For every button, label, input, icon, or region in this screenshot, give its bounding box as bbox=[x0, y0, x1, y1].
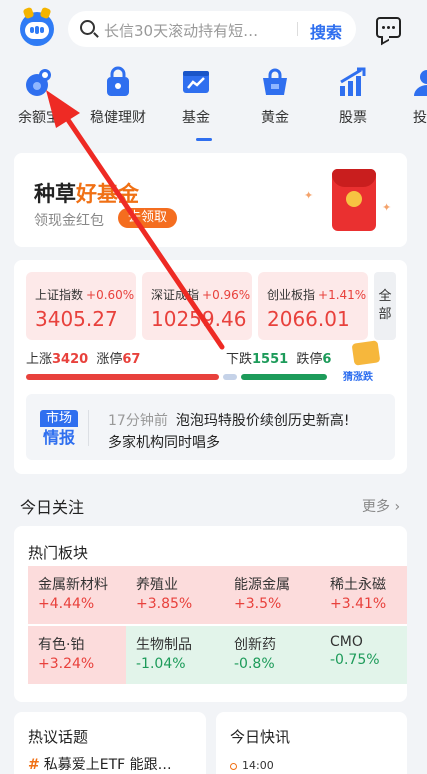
sector-cell[interactable]: 稀土永磁 +3.41% bbox=[320, 566, 407, 624]
nav-label: 黄金 bbox=[261, 110, 289, 126]
sector-cell[interactable]: 能源金属 +3.5% bbox=[224, 566, 320, 624]
sector-cell[interactable]: 生物制品 -1.04% bbox=[126, 626, 224, 684]
sparkle-icon: ✦ bbox=[382, 201, 392, 214]
sector-change: +3.41% bbox=[330, 596, 387, 612]
stock-arrow-icon bbox=[337, 66, 369, 98]
sector-name: 创新药 bbox=[234, 637, 276, 653]
lock-bag-icon bbox=[102, 66, 134, 98]
timeline-dot-icon bbox=[230, 763, 237, 770]
sector-change: +3.24% bbox=[38, 656, 95, 672]
search-icon bbox=[80, 20, 95, 35]
sector-name: CMO bbox=[330, 634, 363, 650]
nav-item-stock[interactable]: 股票 bbox=[318, 66, 388, 127]
promo-title: 种草好基金 bbox=[34, 182, 139, 206]
sector-name: 金属新材料 bbox=[38, 577, 108, 593]
news-line-2: 多家机构同时唱多 bbox=[108, 435, 220, 451]
app-logo-icon[interactable] bbox=[20, 6, 54, 46]
sector-change: -0.75% bbox=[330, 652, 380, 668]
sector-change: +3.5% bbox=[234, 596, 282, 612]
flash-time: 14:00 bbox=[242, 759, 274, 772]
yuebao-icon bbox=[23, 66, 55, 98]
sector-cell[interactable]: CMO -0.75% bbox=[320, 626, 407, 684]
hot-sectors-title: 热门板块 bbox=[28, 544, 89, 562]
fall-stat: 下跌1551 跌停6 bbox=[226, 352, 332, 367]
market-intel-logo: 市场 情报 bbox=[40, 410, 78, 448]
nav-item-wenjian[interactable]: 稳健理财 bbox=[83, 66, 153, 127]
market-card: 上证指数 +0.60% 3405.27 深证成指 +0.96% 10259.46 创… bbox=[14, 260, 407, 474]
nav-label: 股票 bbox=[339, 110, 367, 126]
gold-basket-icon bbox=[259, 66, 291, 98]
topic-item[interactable]: # 私募爱上ETF 能跟… bbox=[28, 754, 198, 774]
sector-name: 养殖业 bbox=[136, 577, 178, 593]
rise-stat: 上涨3420 涨停67 bbox=[26, 352, 141, 367]
sector-change: +3.85% bbox=[136, 596, 193, 612]
sector-change: +4.44% bbox=[38, 596, 95, 612]
search-divider bbox=[297, 22, 298, 36]
today-focus-title: 今日关注 bbox=[20, 498, 85, 517]
hot-sectors-card: 热门板块 金属新材料 +4.44% 养殖业 +3.85% 能源金属 +3.5% 稀土永磁 +3… bbox=[14, 526, 407, 702]
more-link[interactable]: 更多 › bbox=[362, 496, 400, 516]
index-card-sz[interactable]: 深证成指 +0.96% 10259.46 bbox=[142, 272, 252, 340]
sector-change: -1.04% bbox=[136, 656, 186, 672]
news-line-1: 17分钟前 泡泡玛特股价续创历史新高! bbox=[108, 413, 350, 429]
nav-label: 投顾 bbox=[413, 110, 427, 126]
index-card-sh[interactable]: 上证指数 +0.60% 3405.27 bbox=[26, 272, 136, 340]
sector-cell[interactable]: 创新药 -0.8% bbox=[224, 626, 320, 684]
guess-cube-icon bbox=[351, 340, 381, 366]
news-flash-title: 今日快讯 bbox=[230, 728, 291, 746]
chevron-right-icon: › bbox=[394, 499, 401, 515]
sector-cell[interactable]: 金属新材料 +4.44% bbox=[28, 566, 126, 624]
message-icon[interactable] bbox=[376, 17, 401, 38]
nav-item-fund[interactable]: 基金 bbox=[161, 66, 231, 127]
advisor-icon bbox=[411, 66, 427, 98]
sector-cell[interactable]: 有色·铂 +3.24% bbox=[28, 626, 126, 684]
index-card-cyb[interactable]: 创业板指 +1.41% 2066.01 bbox=[258, 272, 368, 340]
nav-item-gold[interactable]: 黄金 bbox=[240, 66, 310, 127]
news-flash-card[interactable]: 今日快讯 14:00 bbox=[216, 712, 407, 774]
red-envelope-icon bbox=[332, 169, 376, 231]
sector-change: -0.8% bbox=[234, 656, 275, 672]
index-value: 10259.46 bbox=[151, 307, 247, 331]
promo-card[interactable]: 种草好基金 领现金红包 去领取 ✦ ✦ bbox=[14, 153, 407, 247]
nav-label: 余额宝 bbox=[18, 110, 60, 126]
search-placeholder: 长信30天滚动持有短… bbox=[104, 22, 259, 40]
fund-chart-icon bbox=[180, 66, 212, 98]
news-divider bbox=[88, 410, 89, 446]
active-tab-indicator bbox=[196, 138, 212, 141]
all-indices-button[interactable]: 全部 bbox=[374, 272, 396, 340]
promo-subtitle: 领现金红包 bbox=[34, 213, 104, 229]
hot-topics-card[interactable]: 热议话题 # 私募爱上ETF 能跟… bbox=[14, 712, 206, 774]
nav-label: 基金 bbox=[182, 110, 210, 126]
hot-topics-title: 热议话题 bbox=[28, 728, 89, 746]
top-bar: 长信30天滚动持有短… 搜索 bbox=[0, 0, 427, 58]
nav-item-yuebao[interactable]: 余额宝 bbox=[4, 66, 74, 127]
market-news[interactable]: 市场 情报 17分钟前 泡泡玛特股价续创历史新高! 多家机构同时唱多 bbox=[26, 394, 395, 460]
sector-name: 有色·铂 bbox=[38, 637, 85, 653]
sparkle-icon: ✦ bbox=[304, 189, 314, 202]
promo-claim-button[interactable]: 去领取 bbox=[118, 208, 178, 228]
search-bar[interactable]: 长信30天滚动持有短… 搜索 bbox=[68, 11, 356, 47]
nav-item-advisor[interactable]: 投顾 bbox=[392, 66, 427, 127]
index-value: 3405.27 bbox=[35, 307, 118, 331]
flat-bar bbox=[223, 374, 237, 380]
sector-name: 能源金属 bbox=[234, 577, 290, 593]
sector-name: 生物制品 bbox=[136, 637, 192, 653]
category-nav: 余额宝 稳健理财 基金 黄金 股票 投顾 bbox=[0, 60, 427, 144]
sector-name: 稀土永磁 bbox=[330, 577, 386, 593]
guess-label: 猜涨跌 bbox=[343, 372, 373, 383]
index-value: 2066.01 bbox=[267, 307, 350, 331]
guess-rise-fall-button[interactable]: 猜涨跌 bbox=[343, 340, 397, 383]
search-button[interactable]: 搜索 bbox=[310, 19, 342, 43]
sector-cell[interactable]: 养殖业 +3.85% bbox=[126, 566, 224, 624]
rise-bar bbox=[26, 374, 219, 380]
fall-bar bbox=[241, 374, 327, 380]
nav-label: 稳健理财 bbox=[90, 110, 146, 126]
